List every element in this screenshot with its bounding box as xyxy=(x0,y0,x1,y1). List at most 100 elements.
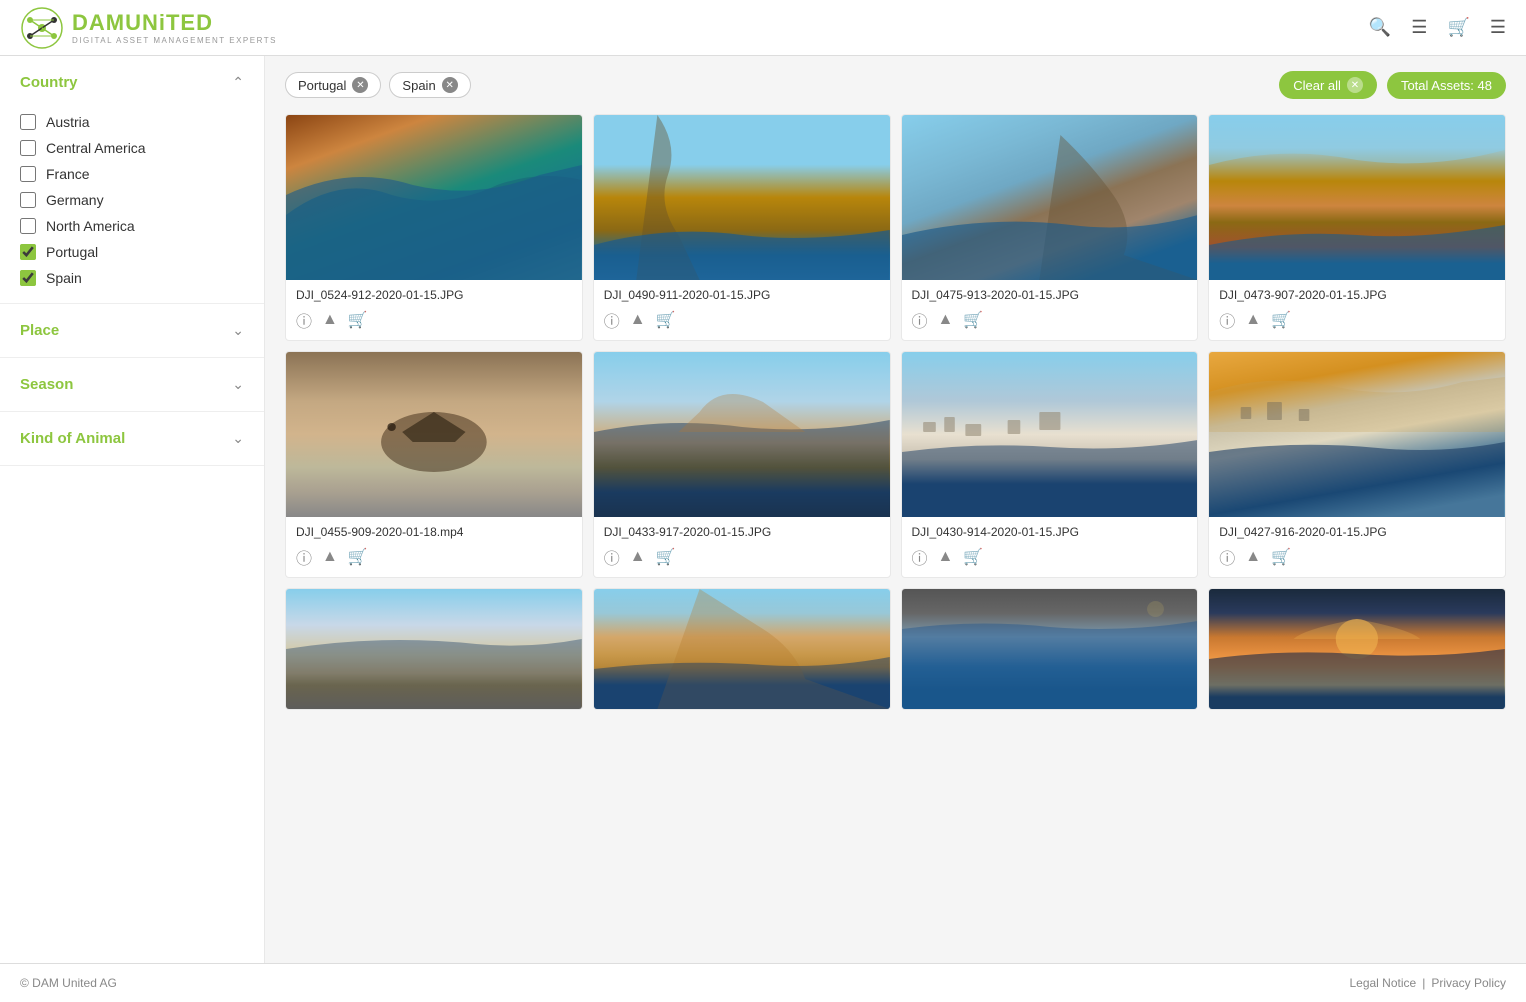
image-card-info-6: DJI_0433-917-2020-01-15.JPG ⓘ ▲ 🛒 xyxy=(594,517,890,577)
image-thumb-6[interactable] xyxy=(594,352,890,517)
footer-copyright: © DAM United AG xyxy=(20,976,117,990)
cart-icon-7[interactable]: 🛒 xyxy=(963,547,983,567)
checkbox-central-america[interactable] xyxy=(20,140,36,156)
filter-header-country[interactable]: Country ⌃ xyxy=(0,56,264,109)
cart-icon-5[interactable]: 🛒 xyxy=(348,547,368,567)
image-thumb-10[interactable] xyxy=(594,589,890,709)
filename-7: DJI_0430-914-2020-01-15.JPG xyxy=(912,525,1188,539)
image-card-1: DJI_0524-912-2020-01-15.JPG ⓘ ▲ 🛒 xyxy=(285,114,583,341)
main-layout: Country ⌃ Austria Central America France xyxy=(0,56,1526,963)
legal-notice-link[interactable]: Legal Notice xyxy=(1349,976,1416,990)
filter-item-france[interactable]: France xyxy=(20,161,244,187)
image-thumb-12[interactable] xyxy=(1209,589,1505,709)
filter-item-label-france: France xyxy=(46,166,90,182)
upload-icon-8[interactable]: ▲ xyxy=(1245,548,1261,566)
image-thumb-8[interactable] xyxy=(1209,352,1505,517)
privacy-policy-link[interactable]: Privacy Policy xyxy=(1431,976,1506,990)
cart-icon-6[interactable]: 🛒 xyxy=(656,547,676,567)
filter-section-kind-of-animal: Kind of Animal ⌄ xyxy=(0,412,264,466)
image-thumb-11[interactable] xyxy=(902,589,1198,709)
image-card-info-8: DJI_0427-916-2020-01-15.JPG ⓘ ▲ 🛒 xyxy=(1209,517,1505,577)
image-card-info-5: DJI_0455-909-2020-01-18.mp4 ⓘ ▲ 🛒 xyxy=(286,517,582,577)
image-thumb-9[interactable] xyxy=(286,589,582,709)
footer-separator: | xyxy=(1422,976,1425,990)
filter-label-place: Place xyxy=(20,322,59,339)
upload-icon-7[interactable]: ▲ xyxy=(938,548,954,566)
info-icon-1[interactable]: ⓘ xyxy=(296,308,312,332)
cart-icon-2[interactable]: 🛒 xyxy=(656,310,676,330)
image-card-7: DJI_0430-914-2020-01-15.JPG ⓘ ▲ 🛒 xyxy=(901,351,1199,578)
cart-icon[interactable]: 🛒 xyxy=(1447,17,1469,38)
remove-spain-button[interactable]: ✕ xyxy=(442,77,458,93)
filter-item-spain[interactable]: Spain xyxy=(20,265,244,291)
checkbox-spain[interactable] xyxy=(20,270,36,286)
image-card-5: DJI_0455-909-2020-01-18.mp4 ⓘ ▲ 🛒 xyxy=(285,351,583,578)
checkbox-austria[interactable] xyxy=(20,114,36,130)
card-actions-8: ⓘ ▲ 🛒 xyxy=(1219,545,1495,569)
image-card-info-2: DJI_0490-911-2020-01-15.JPG ⓘ ▲ 🛒 xyxy=(594,280,890,340)
cart-icon-1[interactable]: 🛒 xyxy=(348,310,368,330)
filter-header-place[interactable]: Place ⌄ xyxy=(0,304,264,357)
header-icons: 🔍 ☰ 🛒 ☰ xyxy=(1369,17,1506,38)
image-card-8: DJI_0427-916-2020-01-15.JPG ⓘ ▲ 🛒 xyxy=(1208,351,1506,578)
filename-4: DJI_0473-907-2020-01-15.JPG xyxy=(1219,288,1495,302)
checkbox-germany[interactable] xyxy=(20,192,36,208)
list-icon[interactable]: ☰ xyxy=(1411,17,1427,38)
image-thumb-1[interactable] xyxy=(286,115,582,280)
clear-all-icon: ✕ xyxy=(1347,77,1363,93)
filter-item-label-central-america: Central America xyxy=(46,140,146,156)
image-thumb-4[interactable] xyxy=(1209,115,1505,280)
remove-portugal-button[interactable]: ✕ xyxy=(352,77,368,93)
filter-item-label-spain: Spain xyxy=(46,270,82,286)
upload-icon-1[interactable]: ▲ xyxy=(322,311,338,329)
card-actions-2: ⓘ ▲ 🛒 xyxy=(604,308,880,332)
active-filters-right: Clear all ✕ Total Assets: 48 xyxy=(1279,71,1506,99)
menu-icon[interactable]: ☰ xyxy=(1490,17,1506,38)
info-icon-7[interactable]: ⓘ xyxy=(912,545,928,569)
chevron-down-icon-season: ⌄ xyxy=(232,376,244,393)
image-thumb-3[interactable] xyxy=(902,115,1198,280)
info-icon-5[interactable]: ⓘ xyxy=(296,545,312,569)
image-card-2: DJI_0490-911-2020-01-15.JPG ⓘ ▲ 🛒 xyxy=(593,114,891,341)
filename-3: DJI_0475-913-2020-01-15.JPG xyxy=(912,288,1188,302)
image-thumb-5[interactable] xyxy=(286,352,582,517)
chevron-down-icon-animal: ⌄ xyxy=(232,430,244,447)
total-assets-badge: Total Assets: 48 xyxy=(1387,72,1506,99)
image-card-info-7: DJI_0430-914-2020-01-15.JPG ⓘ ▲ 🛒 xyxy=(902,517,1198,577)
filter-item-portugal[interactable]: Portugal xyxy=(20,239,244,265)
checkbox-north-america[interactable] xyxy=(20,218,36,234)
filter-item-germany[interactable]: Germany xyxy=(20,187,244,213)
upload-icon-6[interactable]: ▲ xyxy=(630,548,646,566)
image-thumb-2[interactable] xyxy=(594,115,890,280)
filter-item-central-america[interactable]: Central America xyxy=(20,135,244,161)
info-icon-3[interactable]: ⓘ xyxy=(912,308,928,332)
search-icon[interactable]: 🔍 xyxy=(1369,17,1391,38)
upload-icon-5[interactable]: ▲ xyxy=(322,548,338,566)
info-icon-2[interactable]: ⓘ xyxy=(604,308,620,332)
cart-icon-8[interactable]: 🛒 xyxy=(1271,547,1291,567)
checkbox-portugal[interactable] xyxy=(20,244,36,260)
filter-tag-portugal: Portugal ✕ xyxy=(285,72,381,98)
cart-icon-3[interactable]: 🛒 xyxy=(963,310,983,330)
info-icon-8[interactable]: ⓘ xyxy=(1219,545,1235,569)
upload-icon-4[interactable]: ▲ xyxy=(1245,311,1261,329)
image-card-11 xyxy=(901,588,1199,710)
card-actions-3: ⓘ ▲ 🛒 xyxy=(912,308,1188,332)
upload-icon-2[interactable]: ▲ xyxy=(630,311,646,329)
cart-icon-4[interactable]: 🛒 xyxy=(1271,310,1291,330)
checkbox-france[interactable] xyxy=(20,166,36,182)
image-card-4: DJI_0473-907-2020-01-15.JPG ⓘ ▲ 🛒 xyxy=(1208,114,1506,341)
filter-item-north-america[interactable]: North America xyxy=(20,213,244,239)
clear-all-button[interactable]: Clear all ✕ xyxy=(1279,71,1377,99)
upload-icon-3[interactable]: ▲ xyxy=(938,311,954,329)
image-card-3: DJI_0475-913-2020-01-15.JPG ⓘ ▲ 🛒 xyxy=(901,114,1199,341)
filter-tag-portugal-label: Portugal xyxy=(298,78,346,93)
info-icon-4[interactable]: ⓘ xyxy=(1219,308,1235,332)
filter-section-country: Country ⌃ Austria Central America France xyxy=(0,56,264,304)
filter-header-season[interactable]: Season ⌄ xyxy=(0,358,264,411)
filter-header-kind-of-animal[interactable]: Kind of Animal ⌄ xyxy=(0,412,264,465)
image-thumb-7[interactable] xyxy=(902,352,1198,517)
card-actions-7: ⓘ ▲ 🛒 xyxy=(912,545,1188,569)
filter-item-austria[interactable]: Austria xyxy=(20,109,244,135)
info-icon-6[interactable]: ⓘ xyxy=(604,545,620,569)
